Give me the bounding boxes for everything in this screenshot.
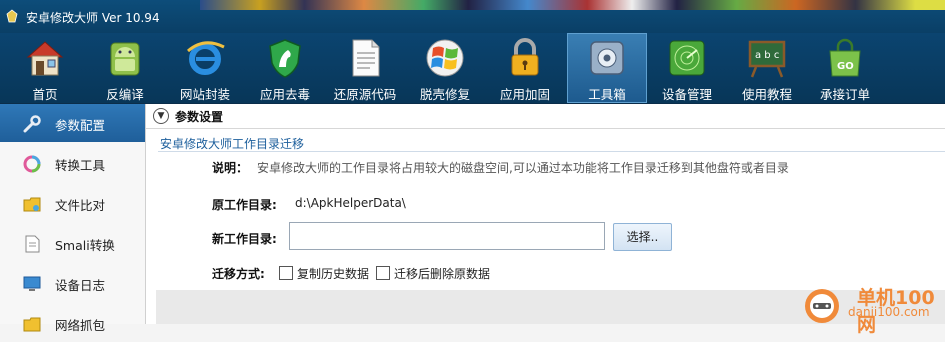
toolbar-unshell-repair[interactable]: 脱壳修复 (405, 33, 485, 103)
description-text: 安卓修改大师的工作目录将占用较大的磁盘空间,可以通过本功能将工作目录迁移到其他盘… (257, 161, 789, 175)
folder-icon (23, 317, 41, 332)
toolbar-tutorial[interactable]: a b c 使用教程 (727, 33, 807, 103)
sidebar-item-param-config[interactable]: 参数配置 (0, 104, 145, 142)
sidebar-item-smali-convert[interactable]: Smali转换 (0, 224, 145, 262)
toolbar-app-harden[interactable]: 应用加固 (485, 33, 565, 103)
main-toolbar: 首页 反编译 网站封装 应用去毒 还原源代码 脱壳修复 应用加固 工具箱 设备管… (0, 33, 945, 104)
toolbar-label: 还原源代码 (333, 87, 397, 102)
group-title: 安卓修改大师工作目录迁移 (160, 137, 305, 151)
toolbar-label: 承接订单 (819, 87, 870, 102)
toolbar-decompile[interactable]: 反编译 (85, 33, 165, 103)
toolbar-toolbox[interactable]: 工具箱 (567, 33, 647, 103)
toolbar-label: 工具箱 (588, 87, 626, 102)
section-title: 参数设置 (175, 110, 224, 124)
delete-original-label: 迁移后删除原数据 (394, 267, 491, 281)
title-bar: 安卓修改大师 Ver 10.94 (0, 0, 945, 33)
chevron-down-icon: ▼ (157, 111, 165, 121)
toolbar-label: 网站封装 (179, 87, 230, 102)
app-logo-icon (6, 9, 18, 23)
toolbar-label: 应用加固 (499, 87, 550, 102)
delete-original-checkbox[interactable] (376, 266, 390, 280)
svg-text:GO: GO (837, 61, 854, 72)
choose-dir-button[interactable]: 选择.. (613, 223, 672, 251)
toolbar-orders[interactable]: GO 承接订单 (805, 33, 885, 103)
section-header: ▼ 参数设置 (146, 104, 945, 129)
sidebar-item-device-log[interactable]: 设备日志 (0, 264, 145, 302)
document-icon (352, 39, 380, 77)
sidebar-item-label: 文件比对 (55, 198, 106, 213)
shopping-bag-icon: GO (829, 38, 861, 77)
sidebar-item-label: 参数配置 (55, 118, 106, 133)
home-icon (26, 41, 64, 76)
sidebar-item-label: 设备日志 (55, 278, 106, 293)
sidebar: 参数配置 转换工具 文件比对 Smali转换 设备日志 网络抓包 (0, 104, 146, 333)
toolbar-device-manage[interactable]: 设备管理 (647, 33, 727, 103)
toolbar-label: 反编译 (106, 87, 144, 102)
svg-text:a b c: a b c (755, 50, 779, 61)
toolbar-label: 设备管理 (661, 87, 712, 102)
wrench-icon (23, 115, 41, 133)
radar-icon (669, 40, 705, 76)
shield-icon (269, 39, 301, 78)
taskbar-thumbnails (200, 0, 945, 10)
group-divider (158, 151, 945, 152)
sidebar-item-network-capture[interactable]: 网络抓包 (0, 304, 145, 342)
file-icon (25, 235, 40, 253)
toolbar-home[interactable]: 首页 (5, 33, 85, 103)
sidebar-item-file-compare[interactable]: 文件比对 (0, 184, 145, 222)
new-dir-label: 新工作目录: (212, 232, 277, 246)
toolbox-icon (590, 41, 624, 75)
toolbar-label: 首页 (32, 87, 58, 102)
watermark-logo-icon (805, 289, 839, 323)
toolbar-restore-source[interactable]: 还原源代码 (325, 33, 405, 103)
folder-compare-icon (23, 197, 41, 212)
chalkboard-icon: a b c (748, 40, 786, 78)
convert-icon (23, 155, 41, 173)
lock-icon (511, 38, 539, 76)
new-dir-input[interactable] (289, 222, 605, 250)
toolbar-label: 应用去毒 (259, 87, 310, 102)
sidebar-item-label: 网络抓包 (55, 318, 106, 333)
orig-dir-value: d:\ApkHelperData\ (295, 196, 406, 210)
migrate-mode-label: 迁移方式: (212, 267, 265, 281)
ie-browser-icon (187, 41, 225, 75)
description-label: 说明： (212, 161, 249, 175)
toolbar-remove-virus[interactable]: 应用去毒 (245, 33, 325, 103)
toolbar-label: 使用教程 (741, 87, 792, 102)
android-icon (110, 42, 140, 76)
sidebar-item-convert-tools[interactable]: 转换工具 (0, 144, 145, 182)
orig-dir-label: 原工作目录: (212, 198, 277, 212)
windows-icon (426, 39, 464, 77)
toolbar-website-wrap[interactable]: 网站封装 (165, 33, 245, 103)
toolbar-label: 脱壳修复 (419, 87, 470, 102)
sidebar-item-label: 转换工具 (55, 158, 106, 173)
watermark-url: danji100.com (848, 305, 930, 319)
window-title: 安卓修改大师 Ver 10.94 (26, 11, 160, 25)
sidebar-item-label: Smali转换 (55, 238, 115, 253)
copy-history-checkbox[interactable] (279, 266, 293, 280)
monitor-icon (23, 276, 41, 291)
collapse-toggle[interactable]: ▼ (153, 108, 169, 124)
copy-history-label: 复制历史数据 (297, 267, 370, 281)
